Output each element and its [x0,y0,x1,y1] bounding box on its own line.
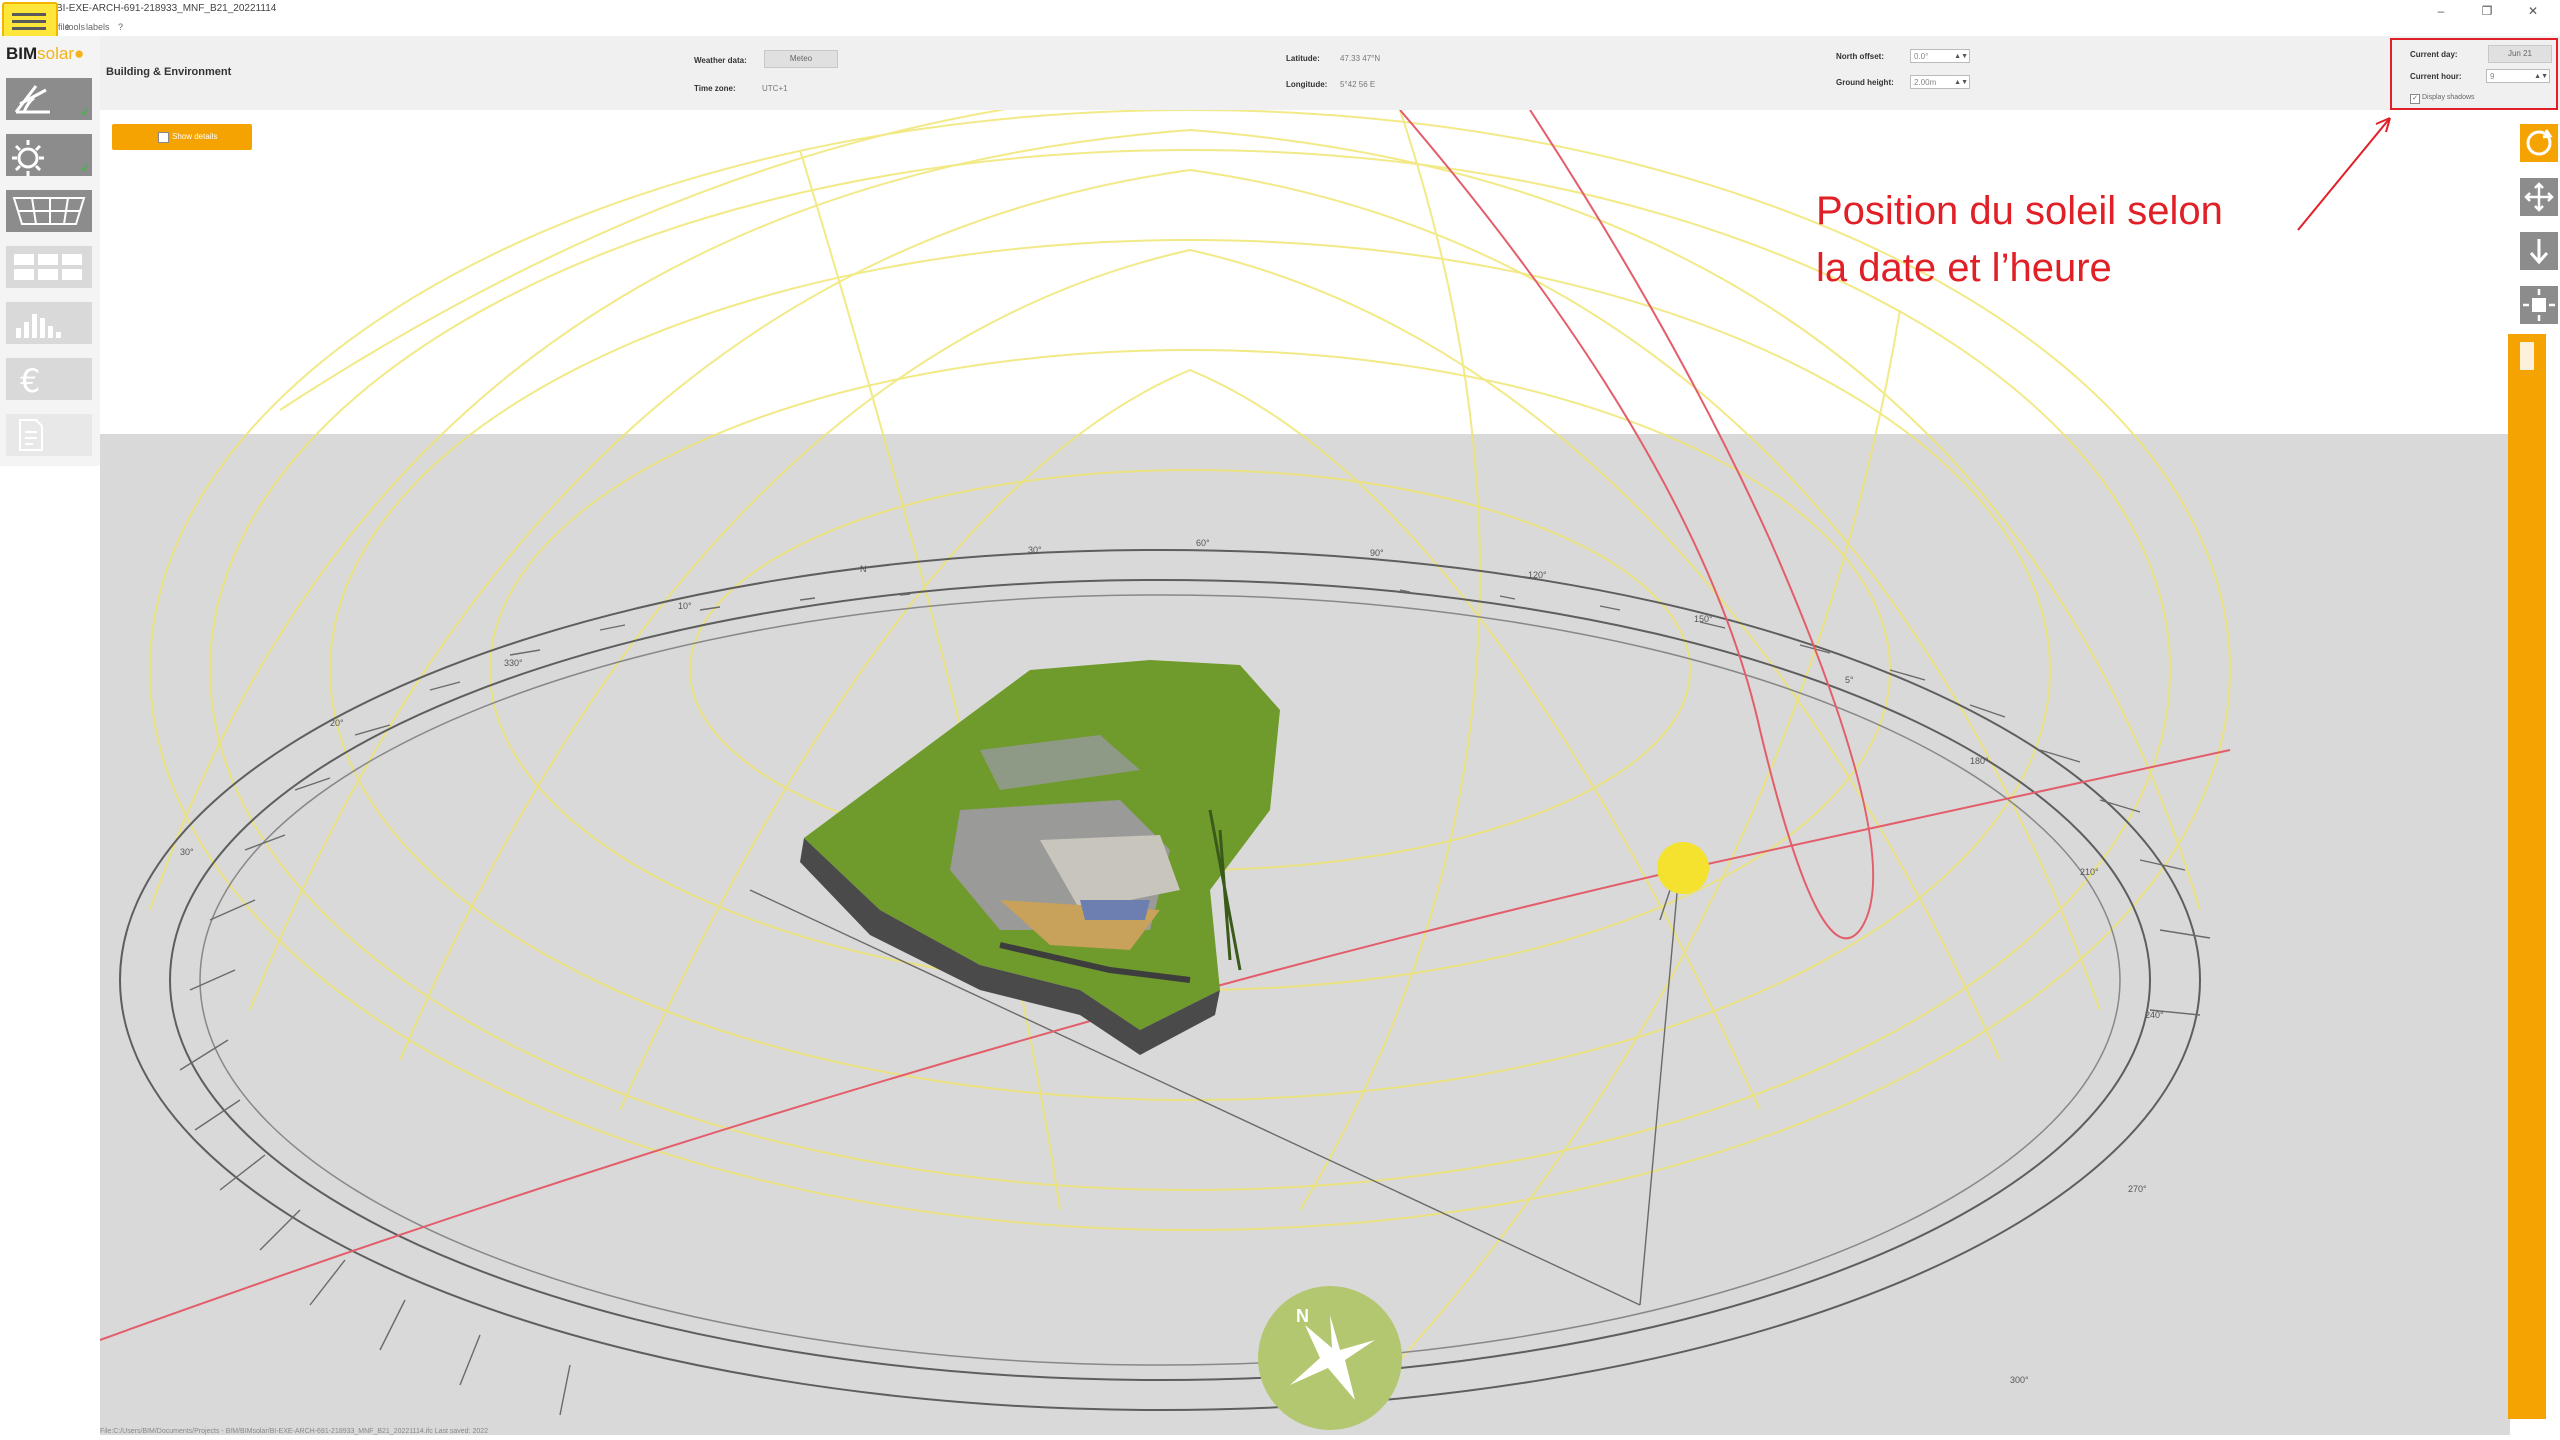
menu-labels[interactable]: labels [86,22,110,32]
north-letter: N [1296,1306,1309,1326]
sun-marker[interactable] [1657,842,1709,894]
sidebar-chart-button[interactable] [6,302,92,344]
svg-text:30°: 30° [1028,545,1042,555]
svg-text:30°: 30° [180,847,194,857]
down-view-button[interactable] [2520,232,2558,270]
rotate-view-button[interactable] [2520,124,2558,162]
weather-data-button[interactable]: Meteo [764,50,838,68]
fit-view-button[interactable] [2520,286,2558,324]
show-details-checkbox[interactable] [158,132,169,143]
check-icon: ✓ [79,161,90,175]
svg-text:240°: 240° [2145,1010,2164,1020]
weather-label: Weather data: [694,56,747,65]
3d-viewport[interactable]: N 5° 10° 30° 60° 90° 120° 150° 180° 210°… [100,110,2510,1435]
menu-bar: file tools labels ? [0,22,2560,36]
arrow-down-icon [2529,239,2549,265]
sidebar-layout-button[interactable] [6,246,92,288]
bar-chart-icon [16,314,61,338]
section-title: Building & Environment [106,66,232,78]
longitude-value: 5°42 56 E [1340,80,1376,89]
svg-text:90°: 90° [1370,548,1384,558]
svg-text:180°: 180° [1970,756,1989,766]
latitude-value: 47.33 47°N [1340,54,1381,63]
close-button[interactable]: ✕ [2510,0,2556,22]
show-details-toggle[interactable]: Show details [112,124,252,150]
current-hour-label: Current hour: [2410,72,2462,81]
north-compass[interactable]: N [1258,1286,1402,1430]
solar-panel-icon [12,197,86,225]
svg-text:300°: 300° [2010,1375,2029,1385]
current-day-label: Current day: [2410,50,2458,59]
window-title: BI-EXE-ARCH-691-218933_MNF_B21_20221114 [56,3,277,14]
time-slider[interactable] [2508,334,2546,1419]
svg-text:60°: 60° [1196,538,1210,548]
svg-text:210°: 210° [2080,867,2099,877]
sidebar-building-button[interactable]: ✓ [6,78,92,120]
svg-text:270°: 270° [2128,1184,2147,1194]
euro-icon: € [20,362,40,400]
time-slider-handle[interactable] [2520,342,2534,370]
svg-text:N: N [860,564,867,574]
sidebar-report-button[interactable] [6,414,92,456]
north-offset-input[interactable]: 0.0° ▲▼ [1910,49,1970,63]
svg-text:20°: 20° [330,718,344,728]
rotate-icon [2526,129,2553,156]
document-icon [19,419,43,451]
svg-text:€: € [20,362,40,400]
sun-time-panel: Current day: Jun 21 Current hour: 9 ▲▼ ✓ … [2390,38,2558,110]
north-offset-label: North offset: [1836,52,1884,61]
current-hour-input[interactable]: 9 ▲▼ [2486,69,2550,83]
svg-text:150°: 150° [1694,614,1713,624]
top-toolbar: Building & Environment Weather data: Met… [100,36,2560,111]
ground-height-label: Ground height: [1836,78,1894,87]
restore-button[interactable]: ❐ [2464,0,2510,22]
svg-text:10°: 10° [678,601,692,611]
fit-view-icon [2523,289,2555,321]
minimize-button[interactable]: – [2418,0,2464,22]
svg-text:5°: 5° [1845,675,1854,685]
title-bar: BI-EXE-ARCH-691-218933_MNF_B21_20221114 … [0,0,2560,22]
check-icon: ✓ [79,105,90,119]
display-shadows-label: Display shadows [2422,94,2475,101]
sidebar-cost-button[interactable]: € [6,358,92,400]
display-shadows-checkbox[interactable]: ✓ [2410,94,2420,104]
menu-tools[interactable]: tools [66,22,85,32]
current-day-button[interactable]: Jun 21 [2488,45,2552,63]
sun-path-scene: N 5° 10° 30° 60° 90° 120° 150° 180° 210°… [100,110,2231,1430]
timezone-value: UTC+1 [762,84,788,93]
sidebar-panel-button[interactable] [6,190,92,232]
status-bar: File:C:/Users/BIM/Documents/Projects - B… [100,1428,489,1435]
longitude-label: Longitude: [1286,80,1328,89]
grid-layout-icon [14,254,82,280]
svg-text:120°: 120° [1528,570,1547,580]
sidebar-sun-button[interactable]: ✓ [6,134,92,176]
ground-height-input[interactable]: 2.00m ▲▼ [1910,75,1970,89]
menu-help[interactable]: ? [118,22,123,32]
pan-view-button[interactable] [2520,178,2558,216]
svg-text:330°: 330° [504,658,523,668]
show-details-label: Show details [172,132,218,141]
timezone-label: Time zone: [694,84,736,93]
latitude-label: Latitude: [1286,54,1320,63]
move-icon [2524,182,2554,212]
annotation-text: Position du soleil selon la date et l’he… [1816,189,2223,290]
app-logo: BIMsolar● [6,44,85,63]
building-site-model[interactable] [800,660,1280,1055]
